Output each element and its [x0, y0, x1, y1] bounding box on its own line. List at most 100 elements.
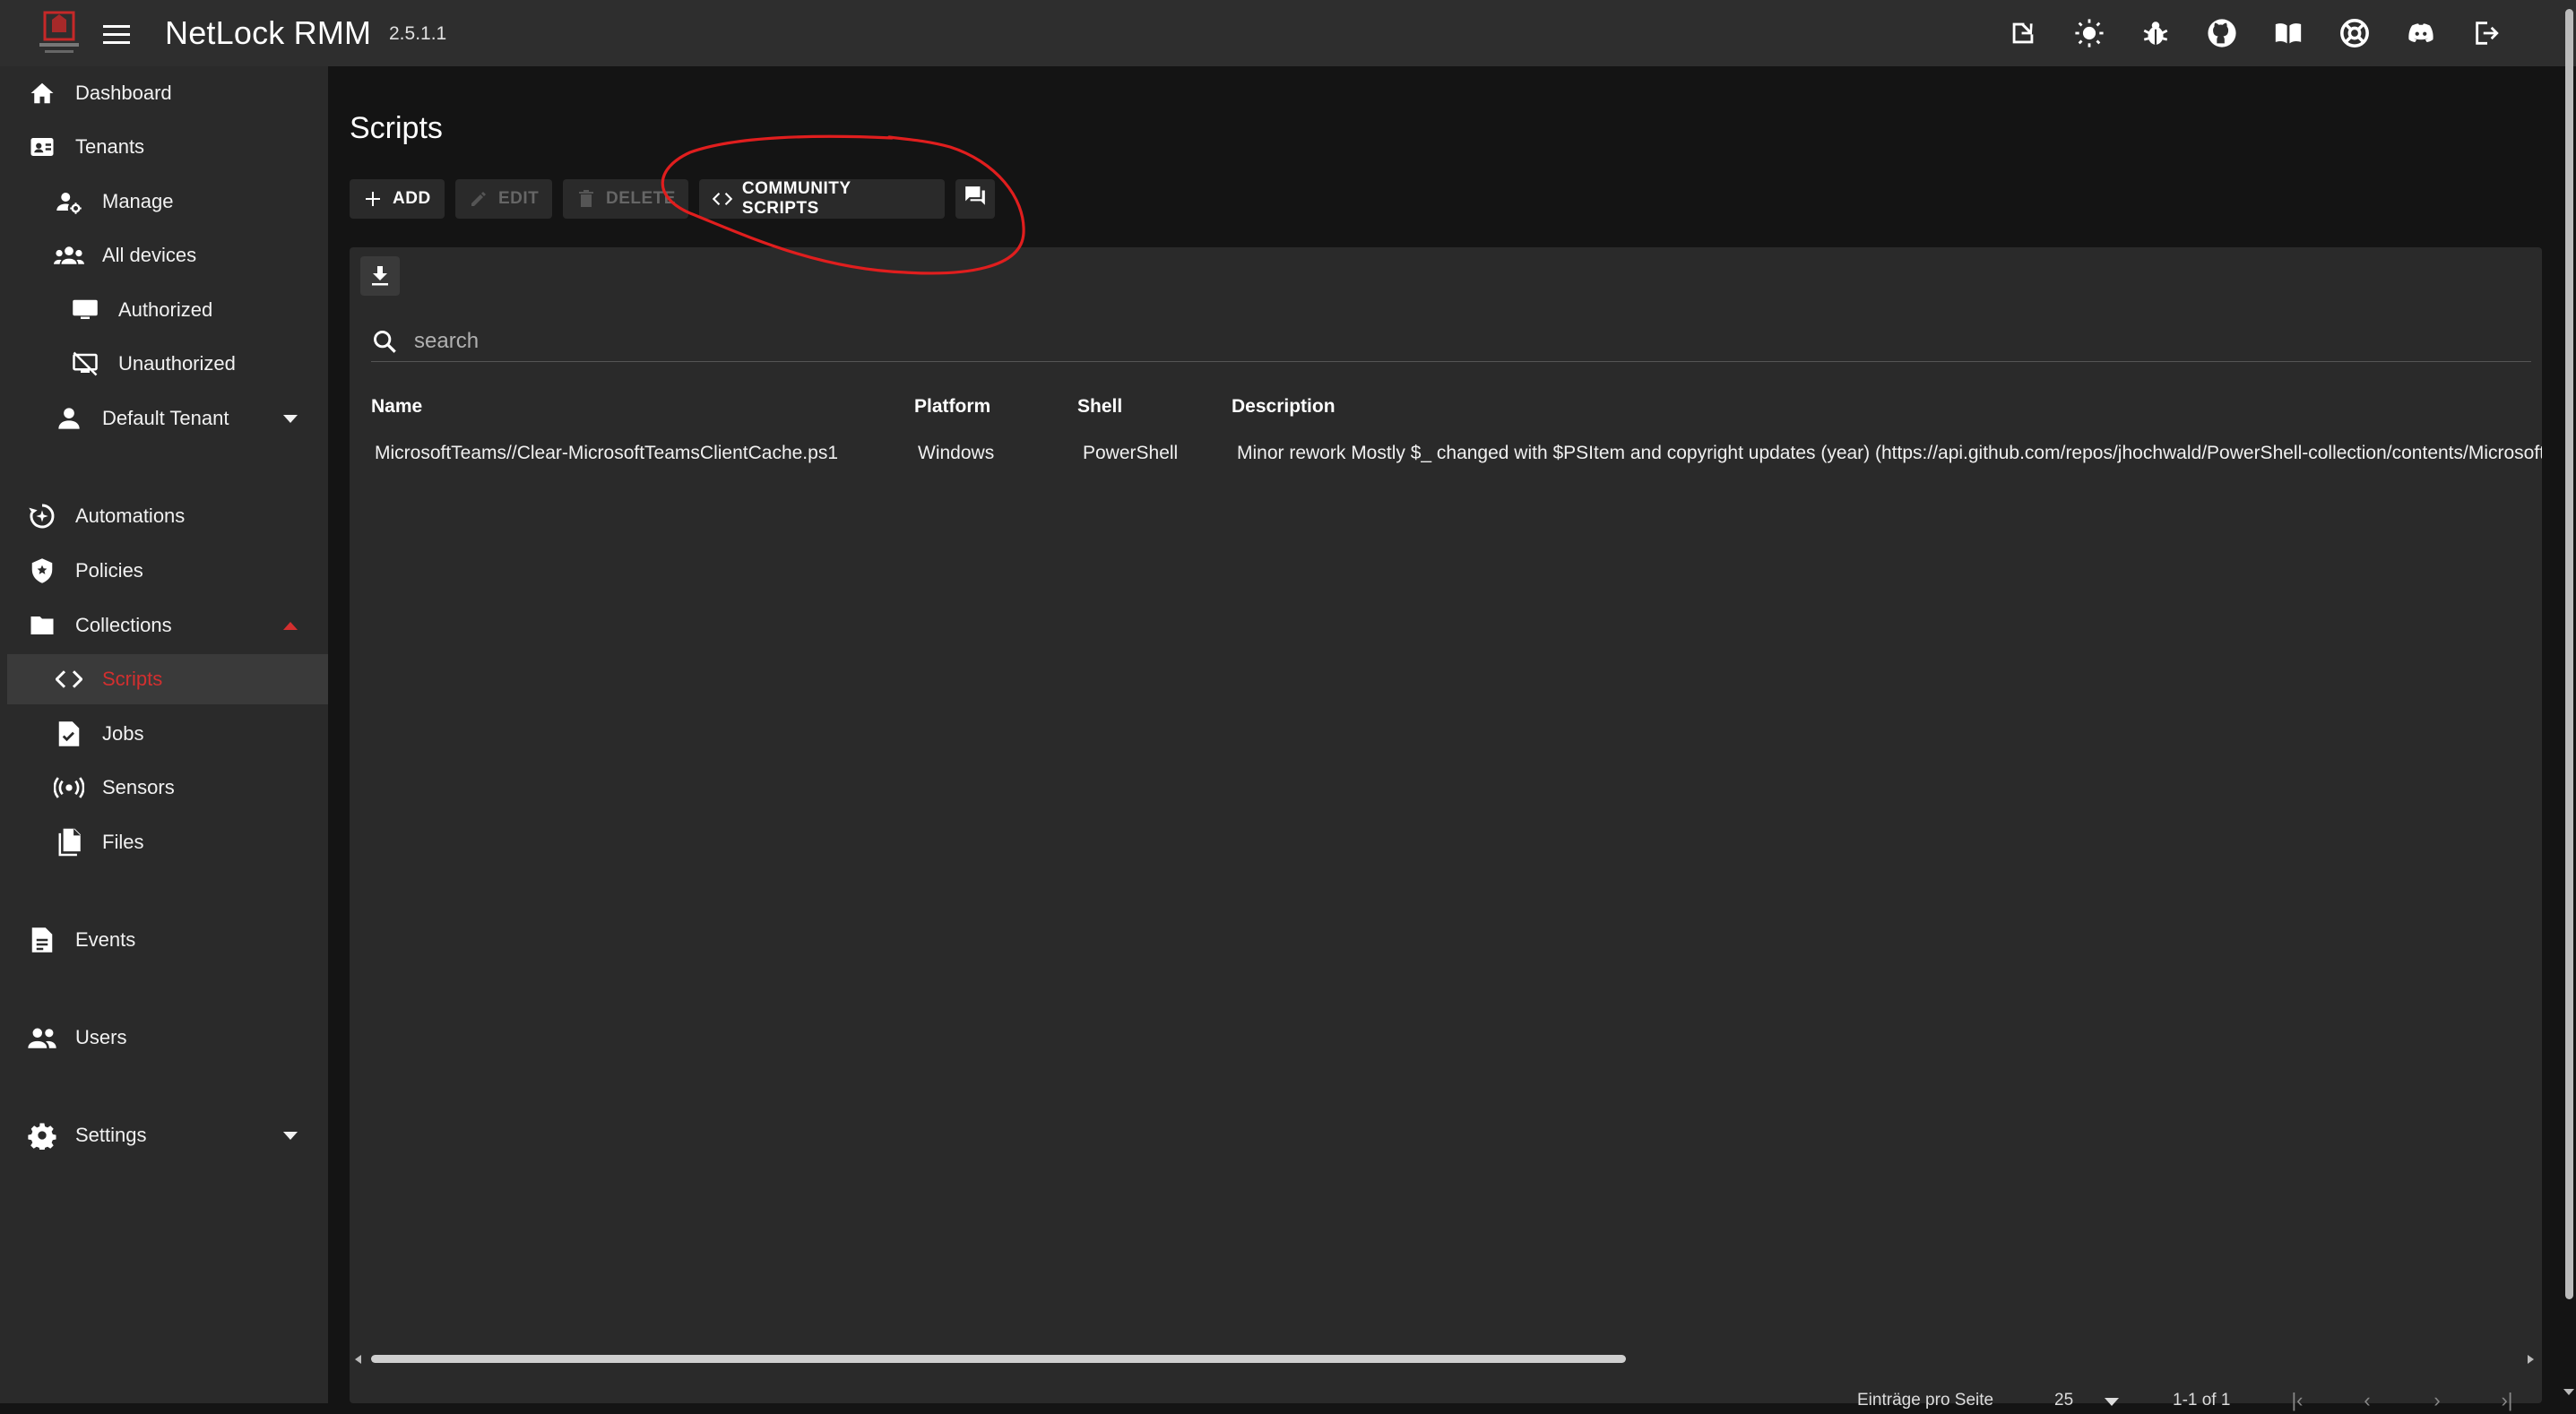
- sidebar-item-label: Sensors: [102, 776, 175, 798]
- cell-platform: Windows: [918, 443, 995, 463]
- sidebar-item-default-tenant[interactable]: Default Tenant: [0, 393, 328, 444]
- edit-button-label: EDIT: [498, 189, 540, 208]
- scripts-table-panel: [350, 247, 2542, 1403]
- theme-sun-icon[interactable]: [2072, 16, 2106, 50]
- bug-icon[interactable]: [2139, 16, 2173, 50]
- column-header-shell[interactable]: Shell: [1077, 396, 1122, 418]
- sidebar-item-authorized[interactable]: Authorized: [0, 285, 328, 335]
- sidebar-item-label: Dashboard: [75, 82, 172, 104]
- code-icon: [54, 664, 84, 694]
- pagination-range: 1-1 of 1: [2173, 1391, 2231, 1410]
- scroll-left-arrow[interactable]: [355, 1355, 361, 1364]
- prev-page-icon[interactable]: ‹: [2354, 1387, 2381, 1414]
- plus-icon: [362, 188, 384, 210]
- edit-button[interactable]: EDIT: [455, 179, 552, 219]
- sidebar-item-label: Unauthorized: [118, 352, 236, 375]
- tenants-icon: [27, 132, 57, 162]
- chevron-down-icon: [283, 414, 298, 423]
- all-devices-icon: [54, 240, 84, 271]
- sidebar-item-unauthorized[interactable]: Unauthorized: [0, 339, 328, 389]
- support-lifebuoy-icon[interactable]: [2338, 16, 2372, 50]
- rows-per-page-select[interactable]: 25: [2054, 1391, 2073, 1410]
- cell-description: Minor rework Mostly $_ changed with $PSI…: [1237, 443, 2542, 463]
- netlock-logo: [36, 7, 82, 57]
- sidebar-item-policies[interactable]: Policies: [0, 546, 328, 596]
- pencil-icon: [468, 188, 489, 210]
- sidebar-item-label: Files: [102, 831, 144, 853]
- search-icon: [371, 328, 398, 355]
- top-app-bar: NetLock RMM 2.5.1.1: [0, 0, 2576, 66]
- community-scripts-button[interactable]: COMMUNITY SCRIPTS: [699, 179, 945, 219]
- sidebar-item-settings[interactable]: Settings: [0, 1110, 328, 1160]
- add-button-label: ADD: [393, 189, 431, 208]
- hamburger-icon: [103, 25, 130, 44]
- scroll-down-arrow[interactable]: [2563, 1389, 2574, 1395]
- page-title: Scripts: [350, 111, 443, 145]
- github-icon[interactable]: [2205, 16, 2239, 50]
- last-page-icon[interactable]: ›|: [2494, 1387, 2520, 1414]
- search-input[interactable]: [414, 328, 2476, 354]
- sidebar-item-label: Collections: [75, 614, 172, 636]
- sidebar-item-automations[interactable]: Automations: [0, 491, 328, 541]
- manage-users-icon: [54, 186, 84, 217]
- first-page-icon[interactable]: |‹: [2284, 1387, 2311, 1414]
- next-page-icon[interactable]: ›: [2424, 1387, 2451, 1414]
- shield-icon: [27, 556, 57, 586]
- app-version: 2.5.1.1: [389, 23, 447, 44]
- sidebar-item-all-devices[interactable]: All devices: [0, 230, 328, 280]
- download-icon: [372, 266, 388, 286]
- chevron-down-icon: [283, 1131, 298, 1140]
- gear-icon: [27, 1120, 57, 1151]
- files-icon: [54, 827, 84, 858]
- sidebar-item-label: All devices: [102, 244, 197, 266]
- logout-icon[interactable]: [2470, 16, 2504, 50]
- column-header-description[interactable]: Description: [1232, 396, 1336, 418]
- app-title: NetLock RMM: [165, 14, 372, 51]
- sidebar-item-label: Automations: [75, 504, 186, 527]
- sidebar-item-tenants[interactable]: Tenants: [0, 122, 328, 172]
- job-file-icon: [54, 719, 84, 749]
- sidebar-item-files[interactable]: Files: [0, 817, 328, 867]
- horizontal-scrollbar[interactable]: [371, 1355, 1626, 1363]
- sidebar-item-label: Manage: [102, 190, 174, 212]
- chat-icon: [964, 185, 987, 212]
- sidebar-item-label: Events: [75, 928, 136, 951]
- sidebar-item-dashboard[interactable]: Dashboard: [0, 68, 328, 118]
- sidebar-item-jobs[interactable]: Jobs: [0, 709, 328, 759]
- scroll-right-arrow[interactable]: [2528, 1355, 2534, 1364]
- sidebar-item-manage[interactable]: Manage: [0, 177, 328, 227]
- discord-icon[interactable]: [2404, 16, 2438, 50]
- column-header-platform[interactable]: Platform: [914, 396, 990, 418]
- community-scripts-label: COMMUNITY SCRIPTS: [741, 179, 851, 218]
- add-button[interactable]: ADD: [350, 179, 445, 219]
- sidebar-item-label: Jobs: [102, 722, 144, 745]
- sidebar-item-scripts[interactable]: Scripts: [7, 654, 328, 704]
- sidebar-item-events[interactable]: Events: [0, 915, 328, 965]
- chevron-down-icon[interactable]: [2105, 1398, 2119, 1406]
- feedback-button[interactable]: [955, 179, 995, 219]
- search-bar: [371, 321, 2531, 362]
- delete-button[interactable]: DELETE: [563, 179, 688, 219]
- menu-toggle-button[interactable]: [100, 18, 133, 50]
- sidebar-item-label: Default Tenant: [102, 407, 229, 429]
- download-app-icon[interactable]: [2006, 16, 2040, 50]
- events-icon: [27, 925, 57, 955]
- sidebar-item-label: Users: [75, 1026, 127, 1048]
- trash-icon: [575, 188, 597, 210]
- vertical-scrollbar[interactable]: [2565, 9, 2573, 1299]
- sidebar-item-sensors[interactable]: Sensors: [0, 763, 328, 813]
- person-icon: [54, 403, 84, 434]
- home-icon: [27, 78, 57, 108]
- docs-book-icon[interactable]: [2271, 16, 2305, 50]
- export-download-button[interactable]: [360, 256, 400, 296]
- sidebar-item-label: Authorized: [118, 298, 213, 321]
- column-header-name[interactable]: Name: [371, 396, 422, 418]
- cell-name: MicrosoftTeams//Clear-MicrosoftTeamsClie…: [375, 443, 838, 463]
- sidebar-item-label: Scripts: [102, 668, 163, 690]
- sidebar-item-collections[interactable]: Collections: [0, 600, 328, 651]
- monitor-icon: [70, 295, 100, 325]
- sidebar-item-users[interactable]: Users: [0, 1013, 328, 1063]
- sidebar-item-label: Tenants: [75, 135, 145, 158]
- automations-icon: [27, 501, 57, 531]
- rows-per-page-label: Einträge pro Seite: [1857, 1391, 1994, 1410]
